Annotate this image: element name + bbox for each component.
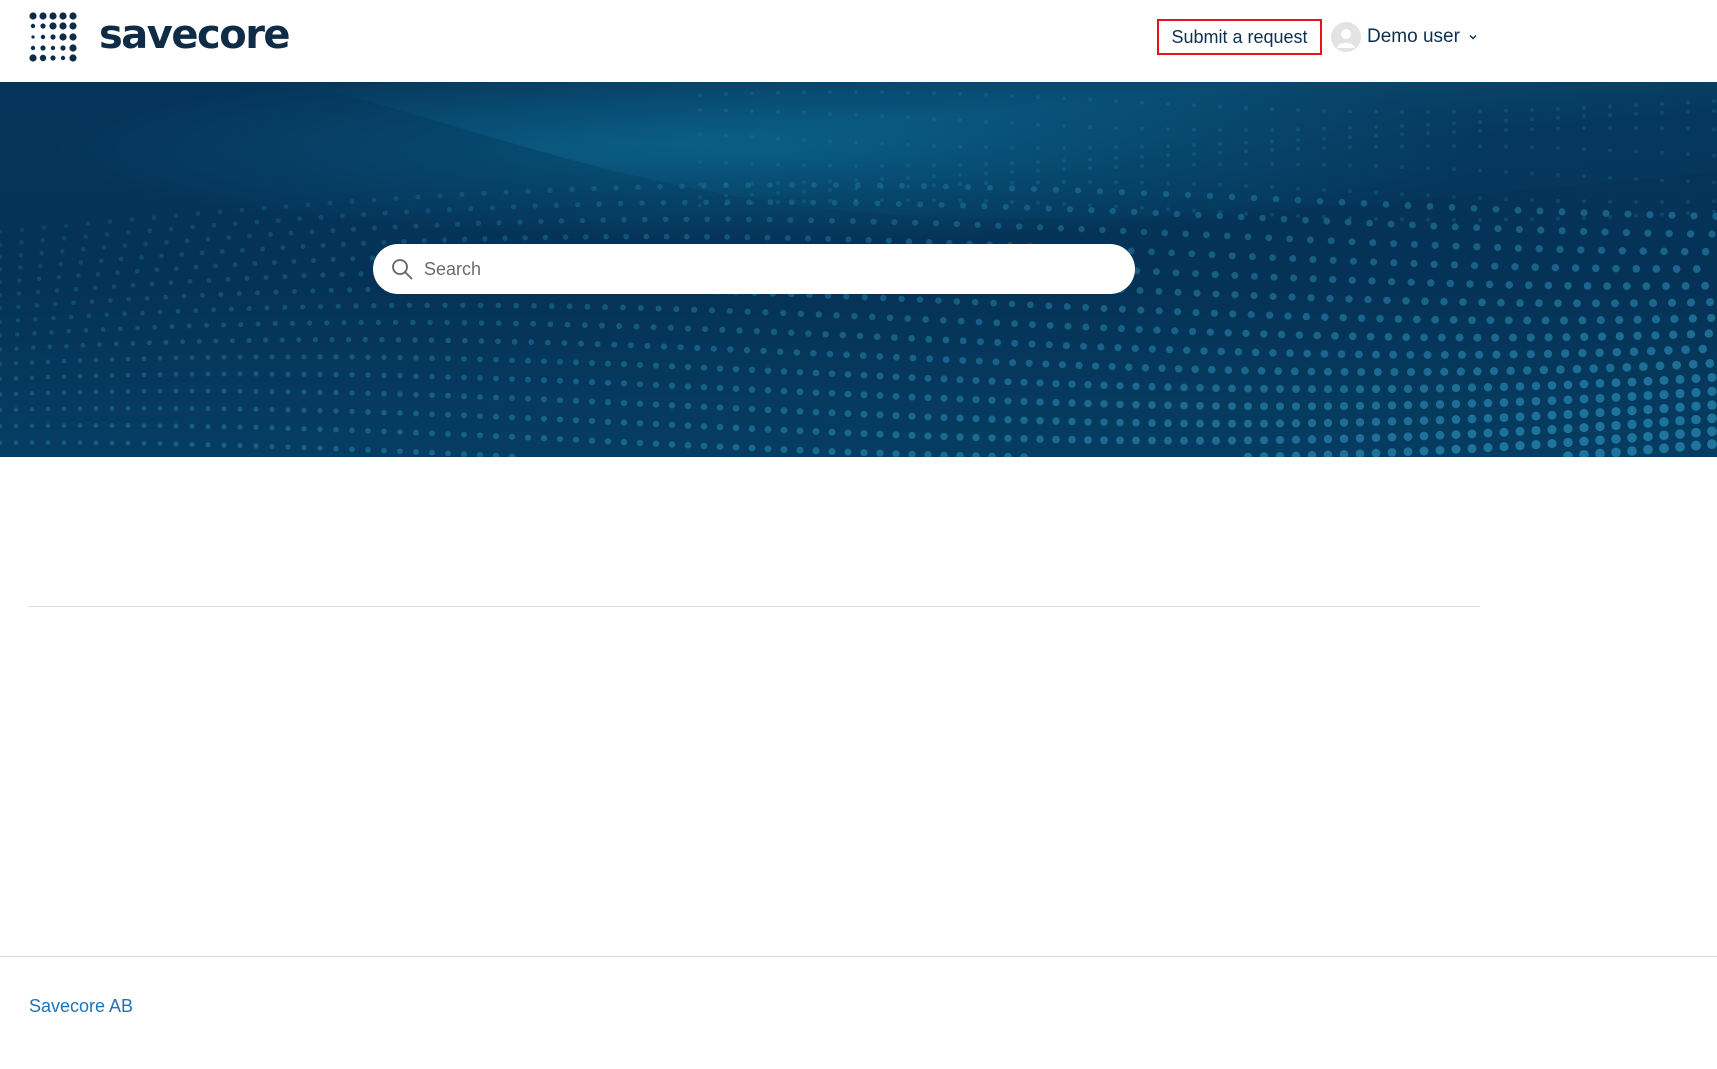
user-name: Demo user <box>1367 26 1460 47</box>
search-box[interactable] <box>373 244 1135 294</box>
user-avatar-icon <box>1331 22 1361 52</box>
dot-grid-logo-icon <box>29 12 77 62</box>
company-footer-link[interactable]: Savecore AB <box>29 996 133 1017</box>
site-footer: Savecore AB <box>0 956 1717 1069</box>
content-divider <box>28 606 1480 607</box>
user-menu-toggle[interactable]: Demo user <box>1331 21 1478 53</box>
submit-request-link[interactable]: Submit a request <box>1157 19 1322 55</box>
help-center-page: savecore Submit a request Demo user Sear… <box>0 0 1717 1069</box>
site-header: savecore Submit a request Demo user <box>0 0 1717 82</box>
brand-name: savecore <box>99 12 291 58</box>
search-icon <box>392 259 413 280</box>
brand-logo-link[interactable]: savecore <box>29 12 291 62</box>
hero-banner <box>0 82 1717 457</box>
search-input[interactable] <box>424 258 1104 280</box>
chevron-down-icon <box>1469 35 1477 40</box>
